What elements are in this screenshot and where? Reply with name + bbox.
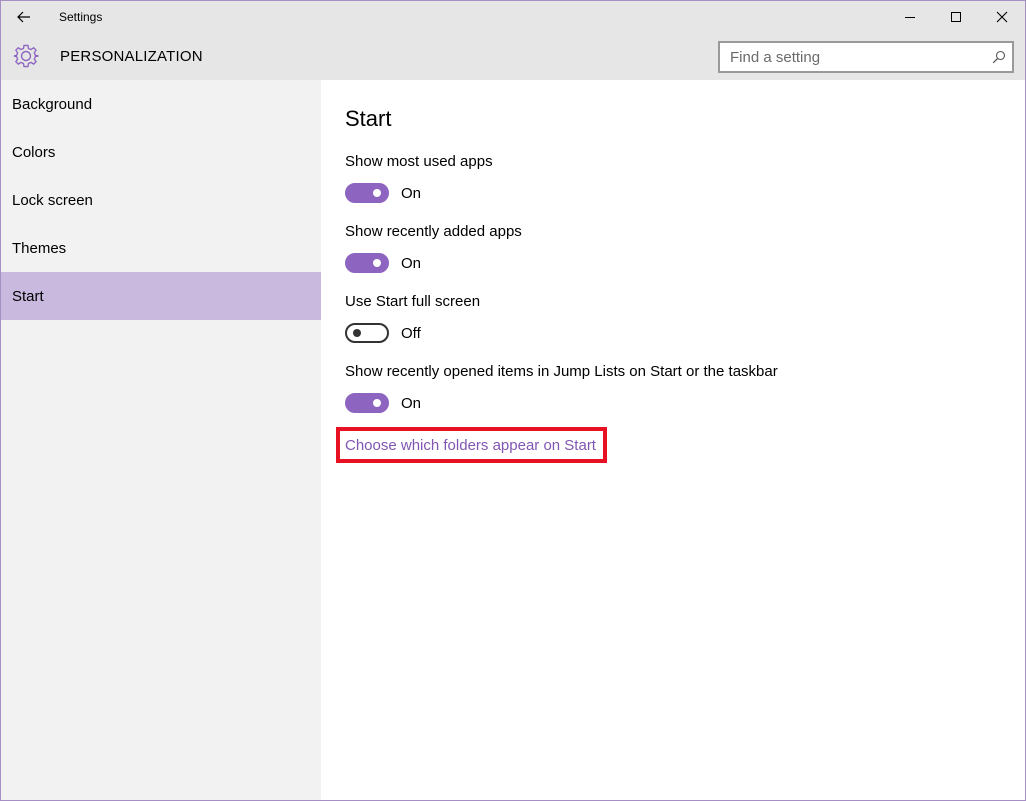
toggle-knob bbox=[373, 259, 381, 267]
setting-show-recently-added-apps: Show recently added apps On bbox=[345, 223, 522, 273]
start-full-screen-toggle[interactable] bbox=[345, 323, 389, 343]
setting-use-start-full-screen: Use Start full screen Off bbox=[345, 293, 480, 343]
setting-label: Use Start full screen bbox=[345, 293, 481, 310]
search-icon[interactable] bbox=[986, 43, 1012, 71]
settings-header: PERSONALIZATION bbox=[1, 33, 1025, 80]
gear-icon bbox=[13, 44, 39, 68]
sidebar-item-label: Start bbox=[12, 287, 44, 305]
back-button[interactable] bbox=[1, 1, 47, 33]
maximize-button[interactable] bbox=[933, 1, 979, 33]
page-title: PERSONALIZATION bbox=[60, 48, 203, 65]
highlight-box: Choose which folders appear on Start bbox=[336, 427, 607, 463]
setting-label: Show recently added apps bbox=[345, 223, 522, 240]
toggle-knob bbox=[373, 189, 381, 197]
toggle-knob bbox=[373, 399, 381, 407]
setting-jump-lists: Show recently opened items in Jump Lists… bbox=[345, 363, 778, 413]
toggle-state-label: On bbox=[401, 184, 422, 202]
maximize-icon bbox=[951, 12, 961, 22]
toggle-state-label: Off bbox=[401, 324, 421, 342]
sidebar-item-lock-screen[interactable]: Lock screen bbox=[1, 176, 321, 224]
window-title: Settings bbox=[59, 10, 103, 24]
search-box[interactable] bbox=[718, 41, 1014, 73]
setting-show-most-used-apps: Show most used apps On bbox=[345, 153, 493, 203]
back-arrow-icon bbox=[17, 11, 30, 23]
settings-window: Settings PERSONALIZATION Find a setting … bbox=[0, 0, 1026, 801]
jump-lists-toggle[interactable] bbox=[345, 393, 389, 413]
search-input[interactable] bbox=[720, 43, 986, 71]
title-bar: Settings bbox=[1, 1, 1025, 33]
sidebar-item-label: Themes bbox=[12, 239, 67, 257]
setting-label: Show most used apps bbox=[345, 153, 493, 170]
toggle-state-label: On bbox=[401, 394, 422, 412]
sidebar-item-start[interactable]: Start bbox=[1, 272, 321, 320]
section-title: Start bbox=[345, 106, 392, 131]
sidebar-item-colors[interactable]: Colors bbox=[1, 128, 321, 176]
minimize-icon bbox=[905, 17, 915, 18]
setting-label: Show recently opened items in Jump Lists… bbox=[345, 363, 778, 380]
sidebar-item-background[interactable]: Background bbox=[1, 80, 321, 128]
sidebar-item-themes[interactable]: Themes bbox=[1, 224, 321, 272]
minimize-button[interactable] bbox=[887, 1, 933, 33]
choose-folders-link[interactable]: Choose which folders appear on Start bbox=[345, 437, 596, 454]
window-controls bbox=[887, 1, 1025, 33]
close-icon bbox=[996, 11, 1008, 23]
sidebar: Background Colors Lock screen Themes Sta… bbox=[1, 80, 321, 800]
main-content: Start Show most used apps On Show recent… bbox=[336, 80, 1005, 800]
close-button[interactable] bbox=[979, 1, 1025, 33]
toggle-state-label: On bbox=[401, 254, 422, 272]
sidebar-item-label: Lock screen bbox=[12, 191, 93, 209]
sidebar-item-label: Background bbox=[12, 95, 93, 113]
recently-added-apps-toggle[interactable] bbox=[345, 253, 389, 273]
toggle-knob bbox=[353, 329, 361, 337]
most-used-apps-toggle[interactable] bbox=[345, 183, 389, 203]
sidebar-item-label: Colors bbox=[12, 143, 56, 161]
